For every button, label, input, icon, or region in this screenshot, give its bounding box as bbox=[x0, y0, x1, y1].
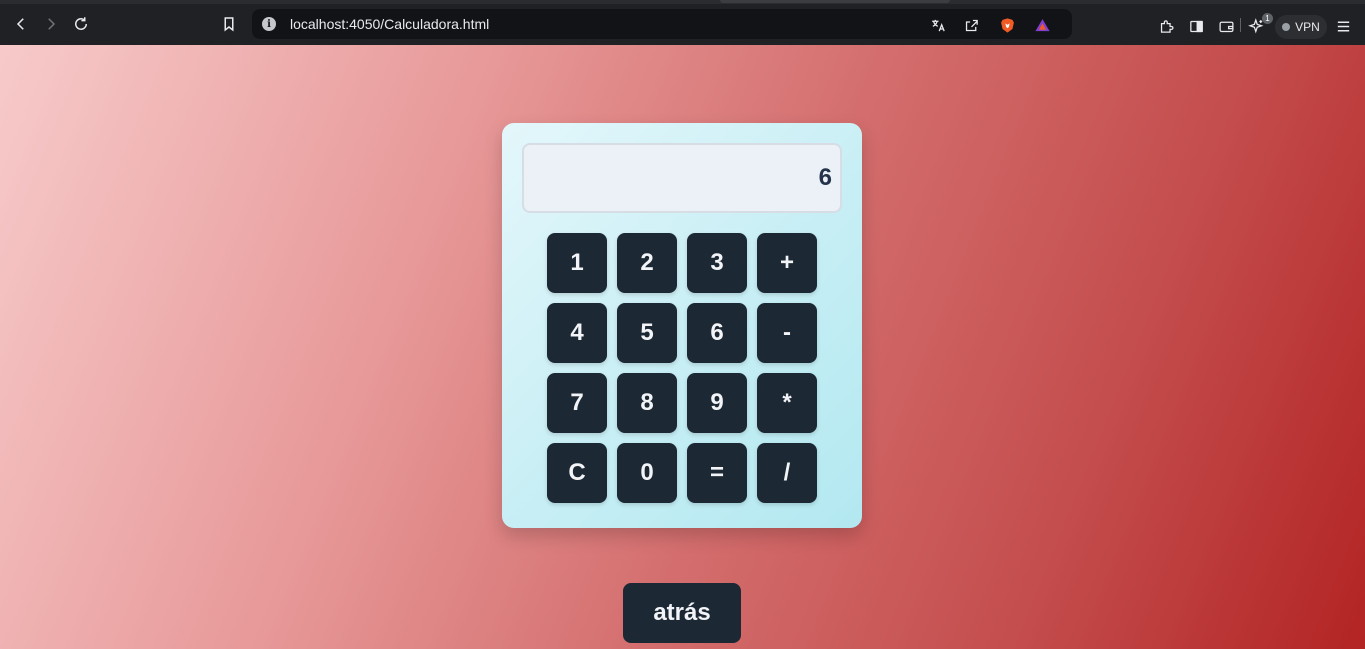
brave-rewards-icon[interactable] bbox=[1032, 15, 1052, 35]
key-minus[interactable]: - bbox=[757, 303, 817, 363]
share-icon[interactable] bbox=[961, 15, 981, 35]
tab-strip bbox=[720, 0, 950, 3]
back-button[interactable]: atrás bbox=[623, 583, 741, 643]
key-equals[interactable]: = bbox=[687, 443, 747, 503]
wallet-icon[interactable] bbox=[1216, 16, 1236, 36]
key-plus[interactable]: + bbox=[757, 233, 817, 293]
key-1[interactable]: 1 bbox=[547, 233, 607, 293]
site-info-icon[interactable]: i bbox=[262, 17, 276, 31]
url-text[interactable]: localhost:4050/Calculadora.html bbox=[290, 16, 489, 32]
sidebar-icon[interactable] bbox=[1186, 16, 1206, 36]
vpn-button[interactable]: VPN bbox=[1275, 15, 1327, 39]
calculator: 6 1 2 3 +4 5 6-7 8 9 * C 0 = / bbox=[502, 123, 862, 528]
extensions-icon[interactable] bbox=[1156, 16, 1176, 36]
key-5[interactable]: 5 bbox=[617, 303, 677, 363]
bookmark-icon[interactable] bbox=[217, 12, 241, 36]
translate-icon[interactable] bbox=[928, 15, 948, 35]
key-4[interactable]: 4 bbox=[547, 303, 607, 363]
back-nav-icon[interactable] bbox=[9, 12, 33, 36]
calculator-display: 6 bbox=[522, 143, 842, 213]
address-divider bbox=[1240, 18, 1241, 32]
page-background: 6 1 2 3 +4 5 6-7 8 9 * C 0 = / atrás bbox=[0, 45, 1365, 649]
key-multiply[interactable]: * bbox=[757, 373, 817, 433]
menu-icon[interactable] bbox=[1333, 16, 1353, 36]
key-divide[interactable]: / bbox=[757, 443, 817, 503]
browser-toolbar: i localhost:4050/Calculadora.html 1 VPN bbox=[0, 0, 1365, 45]
key-0[interactable]: 0 bbox=[617, 443, 677, 503]
key-9[interactable]: 9 bbox=[687, 373, 747, 433]
forward-nav-icon[interactable] bbox=[39, 12, 63, 36]
keypad: 1 2 3 +4 5 6- 7 8 9 * C 0 = / bbox=[547, 233, 817, 503]
brave-shields-icon[interactable] bbox=[997, 15, 1017, 35]
leo-ai-icon[interactable] bbox=[1246, 16, 1266, 36]
key-6[interactable]: 6 bbox=[687, 303, 747, 363]
vpn-status-icon bbox=[1282, 23, 1291, 31]
key-8[interactable]: 8 bbox=[617, 373, 677, 433]
key-7[interactable]: 7 bbox=[547, 373, 607, 433]
key-clear[interactable]: C bbox=[547, 443, 607, 503]
vpn-label: VPN bbox=[1295, 20, 1320, 34]
key-3[interactable]: 3 bbox=[687, 233, 747, 293]
address-bar[interactable]: i localhost:4050/Calculadora.html 1 bbox=[252, 9, 1273, 39]
key-2[interactable]: 2 bbox=[617, 233, 677, 293]
reload-icon[interactable] bbox=[69, 12, 93, 36]
